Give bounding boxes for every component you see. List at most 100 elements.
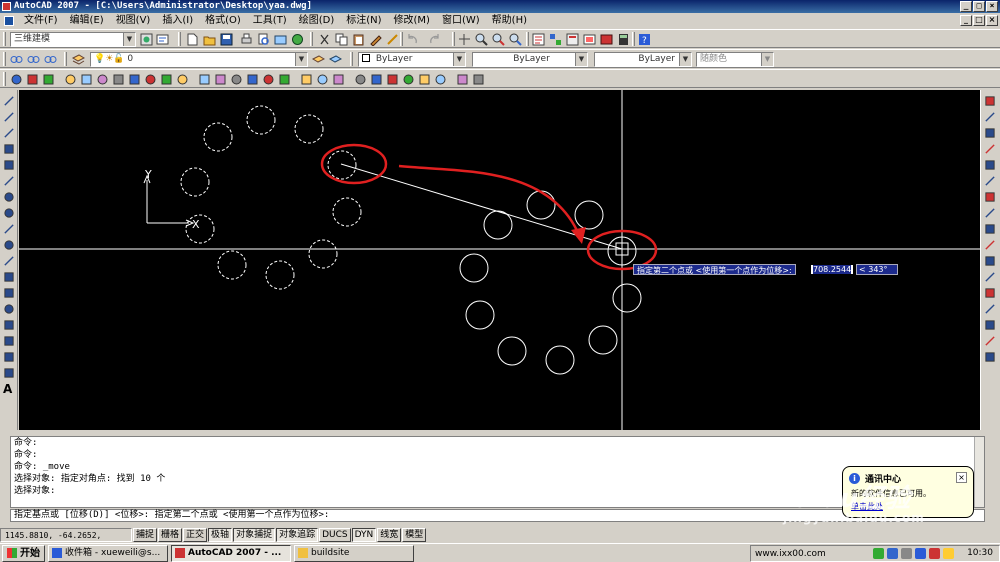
scale-icon[interactable] <box>984 207 996 219</box>
arc-icon[interactable] <box>3 175 15 187</box>
presspull-icon[interactable] <box>230 73 243 86</box>
zoom-previous-icon[interactable] <box>509 33 522 46</box>
move-icon[interactable] <box>984 175 996 187</box>
publish-icon[interactable] <box>274 33 287 46</box>
tray-network-icon[interactable] <box>887 548 898 559</box>
doc-minimize-button[interactable]: _ <box>960 15 972 26</box>
revision-cloud-icon[interactable] <box>3 207 15 219</box>
new-file-icon[interactable] <box>186 33 199 46</box>
hatch-icon[interactable] <box>3 319 15 331</box>
ellipse-arc-icon[interactable] <box>3 255 15 267</box>
break-icon[interactable] <box>984 287 996 299</box>
tray-help-icon[interactable] <box>915 548 926 559</box>
save-icon[interactable] <box>220 33 233 46</box>
line-icon[interactable] <box>3 95 15 107</box>
offset-icon[interactable] <box>984 143 996 155</box>
toolbar-grip[interactable] <box>400 32 403 46</box>
document-icon[interactable] <box>4 15 14 26</box>
chevron-down-icon[interactable]: ▼ <box>575 53 587 66</box>
open-file-icon[interactable] <box>203 33 216 46</box>
insert-block-icon[interactable] <box>3 271 15 283</box>
color-select[interactable]: ByLayer ▼ <box>358 52 466 67</box>
box-icon[interactable] <box>64 73 77 86</box>
menu-format[interactable]: 格式(O) <box>199 13 247 28</box>
helix-icon[interactable] <box>176 73 189 86</box>
drawing-area[interactable]: Y X 指定第二个点或 <使用第一个点作为位移>: 708.2544 < 343… <box>19 90 980 430</box>
grid-toggle[interactable]: 栅格 <box>158 528 183 542</box>
zoom-realtime-icon[interactable] <box>475 33 488 46</box>
workspace-select[interactable]: 三维建模 ▼ <box>10 32 136 47</box>
array-icon[interactable] <box>984 159 996 171</box>
command-scrollbar[interactable] <box>974 437 984 507</box>
chevron-down-icon[interactable]: ▼ <box>295 53 307 66</box>
toolbar-grip[interactable] <box>3 52 6 66</box>
menu-tools[interactable]: 工具(T) <box>247 13 293 28</box>
pyramid-icon[interactable] <box>160 73 173 86</box>
ortho-toggle[interactable]: 正交 <box>183 528 208 542</box>
menu-help[interactable]: 帮助(H) <box>486 13 533 28</box>
camera-icon[interactable] <box>472 73 485 86</box>
ucs-icon[interactable] <box>10 73 23 86</box>
selected-circle[interactable] <box>203 122 233 152</box>
point-icon[interactable] <box>3 303 15 315</box>
explode-icon[interactable] <box>984 351 996 363</box>
task-autocad[interactable]: AutoCAD 2007 - ... <box>171 544 291 562</box>
lineweight-select[interactable]: ByLayer ▼ <box>594 52 692 67</box>
paste-icon[interactable] <box>352 33 365 46</box>
ucs-3-icon[interactable] <box>44 53 57 66</box>
selected-circle[interactable] <box>265 260 295 290</box>
fillet-icon[interactable] <box>984 335 996 347</box>
task-outlook[interactable]: 收件箱 - xueweili@s... <box>48 544 168 562</box>
start-button[interactable]: 开始 <box>2 544 45 562</box>
ucs-2-icon[interactable] <box>27 53 40 66</box>
sweep-icon[interactable] <box>246 73 259 86</box>
ucs-icon[interactable] <box>26 73 39 86</box>
block-editor-icon[interactable] <box>386 33 399 46</box>
multiline-text-icon[interactable]: A <box>3 383 15 395</box>
mirror-icon[interactable] <box>984 127 996 139</box>
cut-icon[interactable] <box>318 33 331 46</box>
workspace-settings-icon[interactable] <box>140 33 153 46</box>
tray-volume-icon[interactable] <box>901 548 912 559</box>
zoom-window-icon[interactable] <box>492 33 505 46</box>
chevron-down-icon[interactable]: ▼ <box>453 53 465 66</box>
section-icon[interactable] <box>418 73 431 86</box>
toolbar-grip[interactable] <box>64 52 67 66</box>
lineweight-toggle[interactable]: 线宽 <box>377 528 402 542</box>
join-icon[interactable] <box>984 303 996 315</box>
workspace-save-icon[interactable] <box>156 33 169 46</box>
stretch-icon[interactable] <box>984 223 996 235</box>
undo-icon[interactable] <box>406 33 419 46</box>
redo-icon[interactable] <box>428 33 441 46</box>
loft-icon[interactable] <box>278 73 291 86</box>
model-toggle[interactable]: 模型 <box>402 528 427 542</box>
menu-view[interactable]: 视图(V) <box>110 13 157 28</box>
selected-circle[interactable] <box>246 105 276 135</box>
selected-circle[interactable] <box>294 114 324 144</box>
selected-circle[interactable] <box>308 239 338 269</box>
flatshot-icon[interactable] <box>434 73 447 86</box>
toolbar-grip[interactable] <box>526 32 529 46</box>
cone-icon[interactable] <box>112 73 125 86</box>
planar-surface-icon[interactable] <box>198 73 211 86</box>
toolbar-grip[interactable] <box>632 32 635 46</box>
menu-file[interactable]: 文件(F) <box>18 13 64 28</box>
command-history[interactable]: 命令: 命令: 命令: _move 选择对象: 指定对角点: 找到 10 个 选… <box>10 436 985 508</box>
pan-icon[interactable] <box>458 33 471 46</box>
rotate-3d-icon[interactable] <box>370 73 383 86</box>
menu-window[interactable]: 窗口(W) <box>436 13 486 28</box>
extend-icon[interactable] <box>984 255 996 267</box>
otrack-toggle[interactable]: 对象追踪 <box>276 528 319 542</box>
array-3d-icon[interactable] <box>402 73 415 86</box>
move-3d-icon[interactable] <box>354 73 367 86</box>
subtract-icon[interactable] <box>316 73 329 86</box>
spline-icon[interactable] <box>3 223 15 235</box>
sphere-icon[interactable] <box>80 73 93 86</box>
3d-dwf-icon[interactable] <box>291 33 304 46</box>
visual-style-icon[interactable] <box>456 73 469 86</box>
toolbar-grip[interactable] <box>452 32 455 46</box>
plot-icon[interactable] <box>240 33 253 46</box>
construction-line-icon[interactable] <box>3 111 15 123</box>
intersect-icon[interactable] <box>332 73 345 86</box>
gradient-icon[interactable] <box>3 335 15 347</box>
